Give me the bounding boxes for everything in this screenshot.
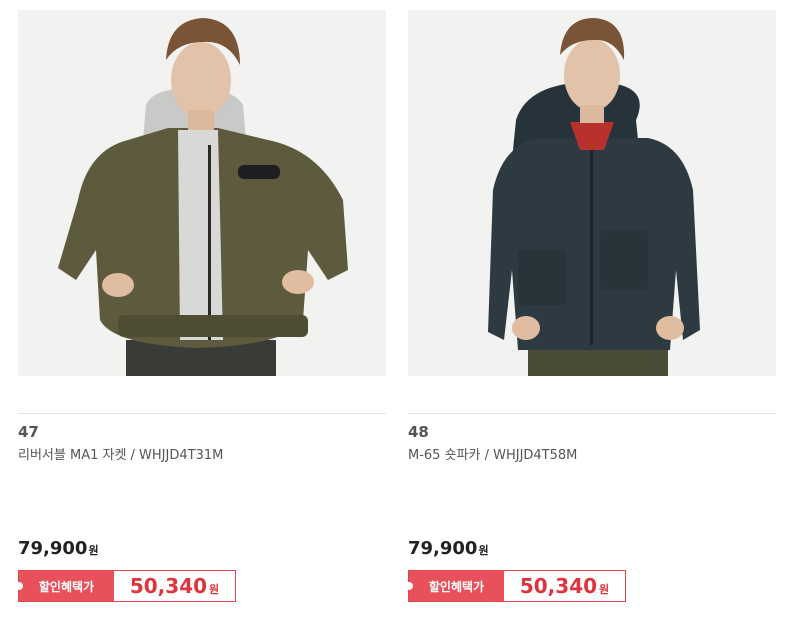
price-value: 79,900 (408, 538, 478, 559)
currency-unit: 원 (478, 544, 489, 557)
product-card[interactable]: 48 M-65 숏파카 / WHJJD4T58M 79,900원 할인혜택가 5… (405, 10, 776, 610)
product-card[interactable]: 47 리버서블 MA1 자켓 / WHJJD4T31M 79,900원 할인혜택… (15, 10, 386, 610)
discount-benefit-box[interactable]: 할인혜택가 50,340 원 (405, 570, 626, 602)
tag-dot-icon (15, 582, 23, 590)
product-name[interactable]: 리버서블 MA1 자켓 / WHJJD4T31M (18, 444, 223, 463)
discount-label: 할인혜택가 (38, 579, 95, 594)
sale-price: 50,340 원 (114, 571, 235, 601)
divider (408, 413, 776, 414)
discount-label: 할인혜택가 (428, 579, 485, 594)
product-photo-navy-parka (408, 10, 776, 376)
product-price: 79,900원 (408, 538, 489, 559)
product-rank: 48 (408, 423, 429, 441)
product-image[interactable] (408, 10, 776, 376)
product-photo-olive-bomber (18, 10, 386, 376)
discount-benefit-box[interactable]: 할인혜택가 50,340 원 (15, 570, 236, 602)
divider (18, 413, 386, 414)
currency-unit: 원 (88, 544, 99, 557)
discount-tag: 할인혜택가 (405, 571, 504, 601)
price-value: 79,900 (18, 538, 88, 559)
sale-price-value: 50,340 (129, 574, 208, 598)
sale-price-value: 50,340 (519, 574, 598, 598)
discount-tag: 할인혜택가 (15, 571, 114, 601)
currency-unit: 원 (599, 582, 610, 596)
product-name[interactable]: M-65 숏파카 / WHJJD4T58M (408, 444, 577, 463)
sale-price: 50,340 원 (504, 571, 625, 601)
product-rank: 47 (18, 423, 39, 441)
product-image[interactable] (18, 10, 386, 376)
tag-dot-icon (405, 582, 413, 590)
product-price: 79,900원 (18, 538, 99, 559)
currency-unit: 원 (209, 582, 220, 596)
